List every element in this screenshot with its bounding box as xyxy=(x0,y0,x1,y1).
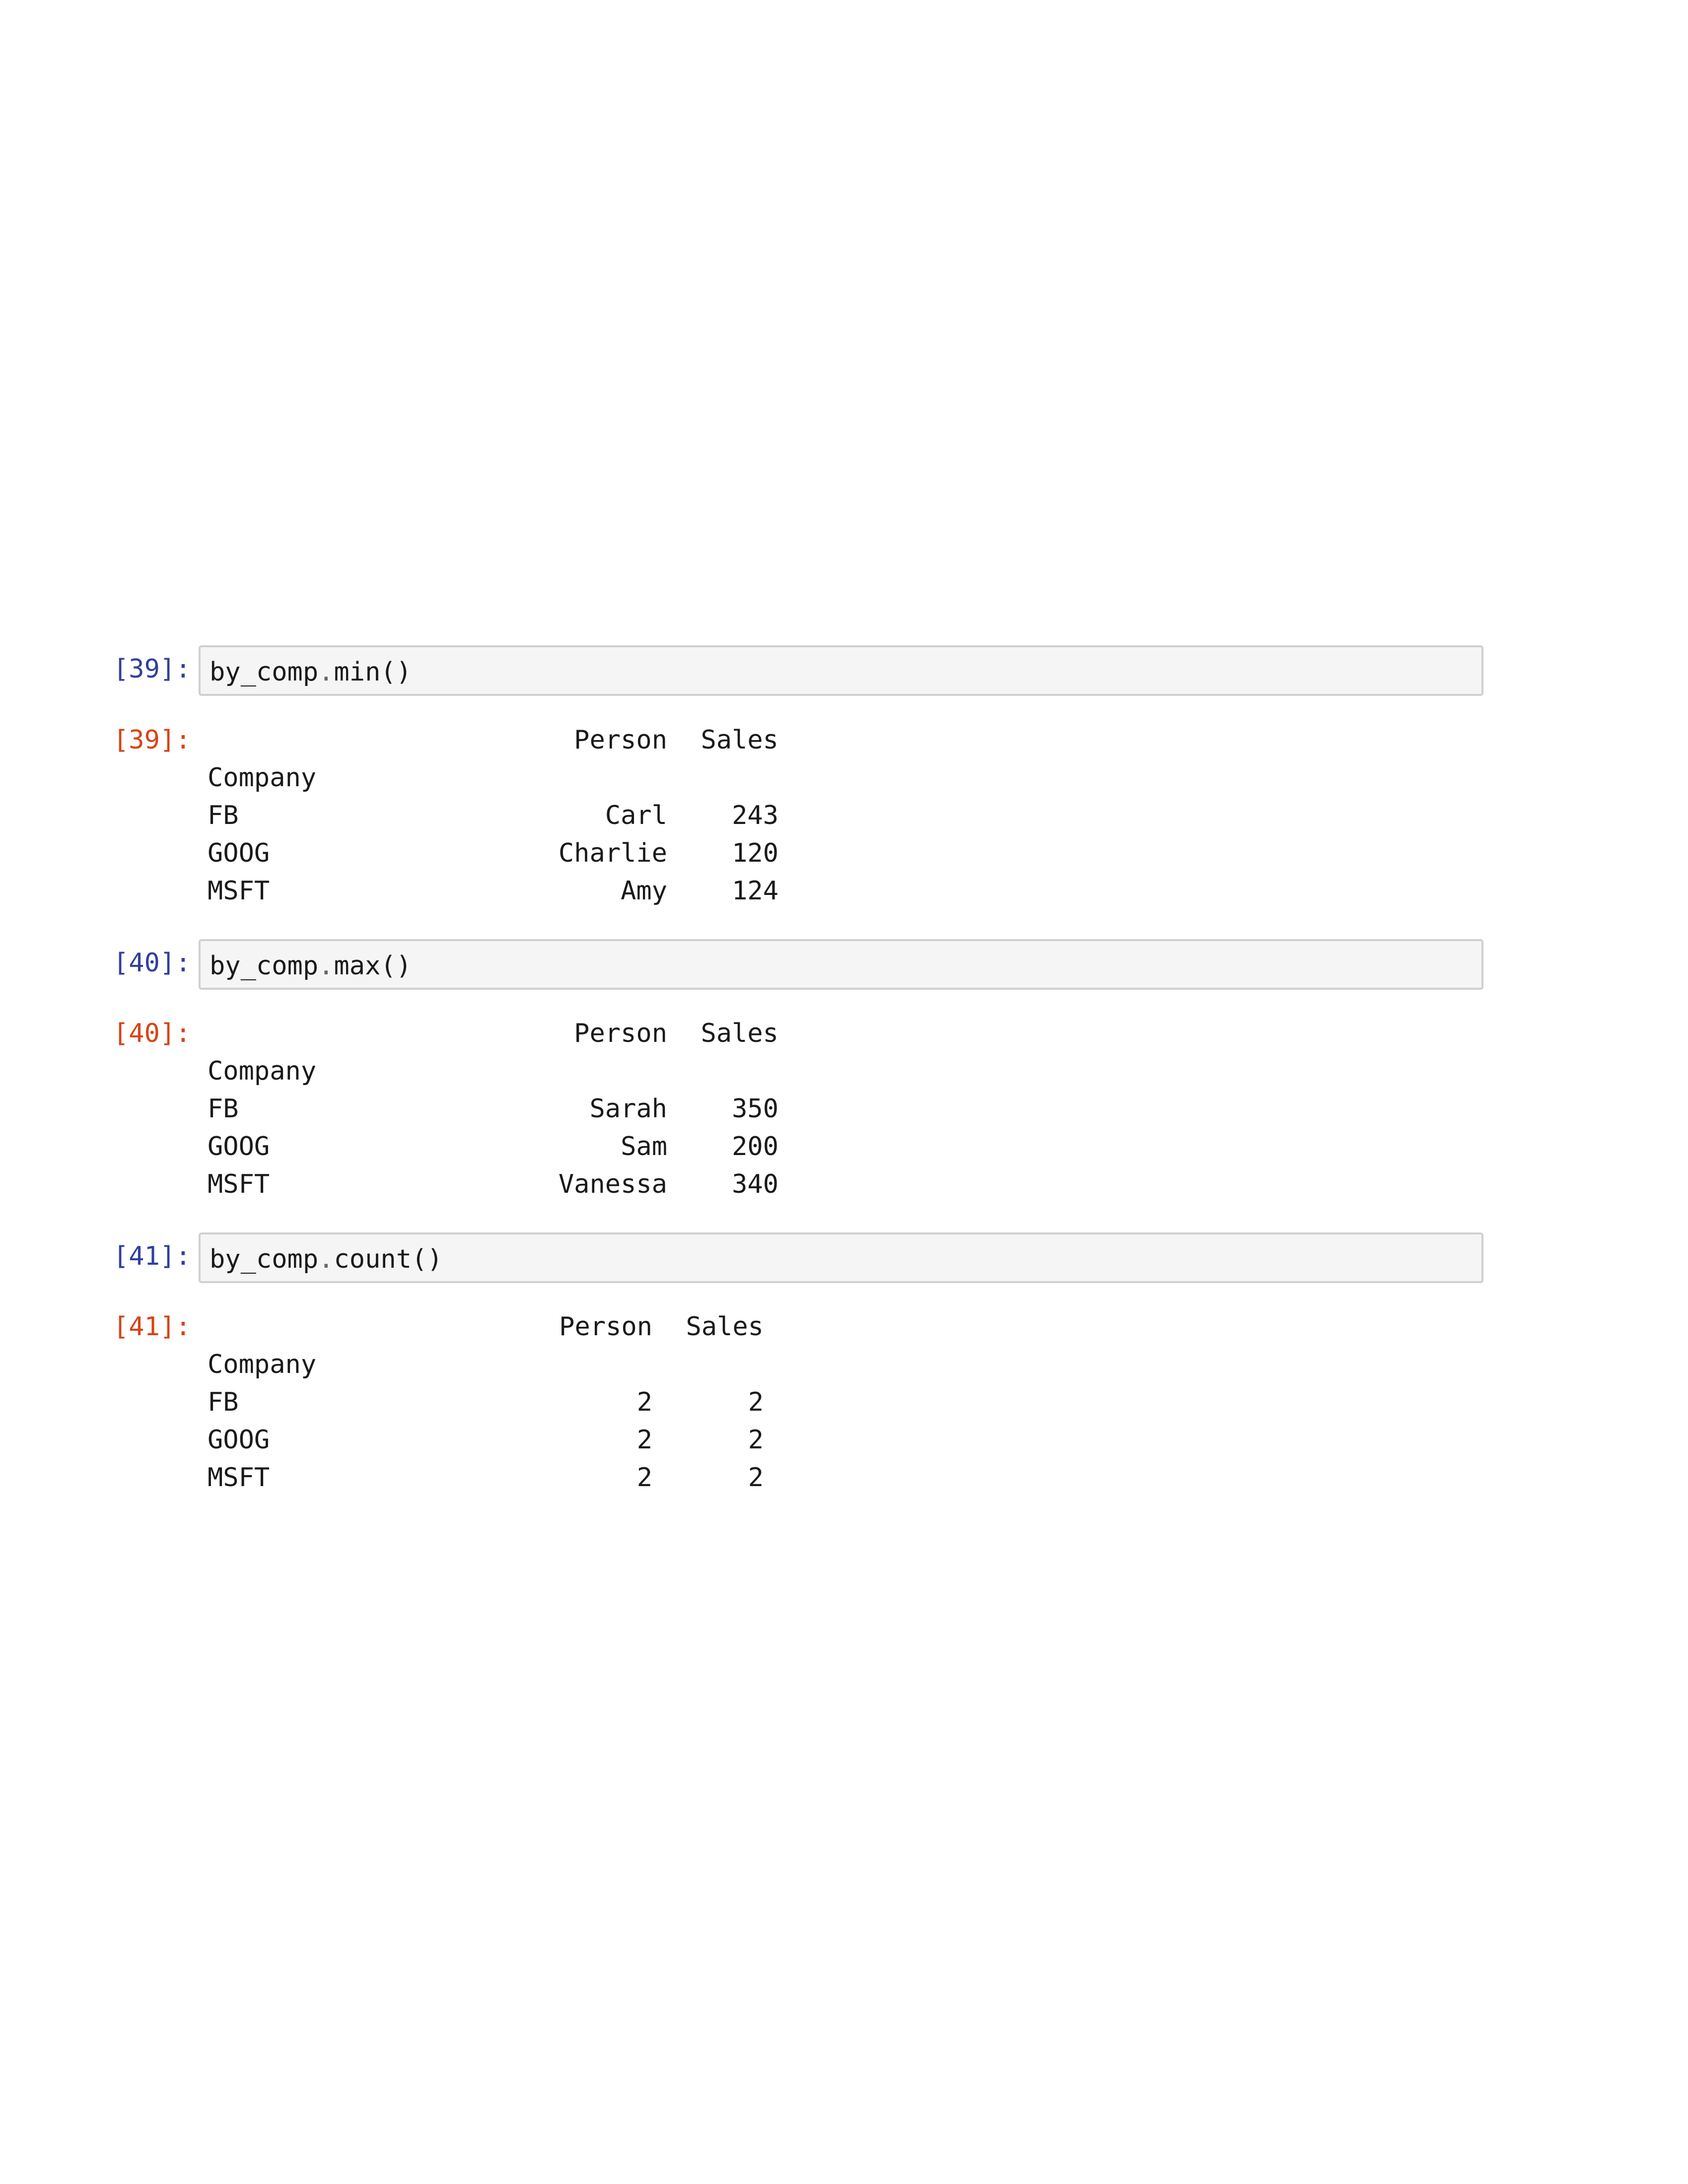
code-method: max() xyxy=(334,951,412,981)
table-cell: Amy xyxy=(621,876,667,906)
code-text: by_comp.min() xyxy=(210,657,412,687)
index-name-row: Company xyxy=(208,759,778,797)
table-cell: 200 xyxy=(732,1132,778,1161)
index-name: Company xyxy=(208,1056,317,1086)
table-cell: Charlie xyxy=(558,838,667,868)
code-input-box[interactable]: by_comp.count() xyxy=(199,1232,1483,1283)
input-prompt: [41]: xyxy=(113,1241,191,1271)
column-header: Sales xyxy=(686,1312,764,1342)
table-cell: 124 xyxy=(732,876,778,906)
table-cell: 350 xyxy=(732,1094,778,1124)
table-row: FB Carl 243 xyxy=(208,797,778,834)
index-name-row: Company xyxy=(208,1052,778,1090)
code-object: by_comp xyxy=(210,657,319,687)
row-index: MSFT xyxy=(208,1463,270,1493)
code-input-box[interactable]: by_comp.max() xyxy=(199,939,1483,990)
table-row: GOOG Charlie 120 xyxy=(208,834,778,872)
table-cell: 243 xyxy=(732,801,778,830)
dataframe-header-row: Person Sales xyxy=(208,721,778,759)
table-row: FB 2 2 xyxy=(208,1383,764,1421)
row-index: FB xyxy=(208,1387,239,1417)
dataframe-output: Person Sales Company FB Sarah 350 GOOG S… xyxy=(208,1015,778,1203)
row-index: MSFT xyxy=(208,1169,270,1199)
row-index: FB xyxy=(208,801,239,830)
table-row: FB Sarah 350 xyxy=(208,1090,778,1128)
dataframe-header-row: Person Sales xyxy=(208,1308,764,1346)
table-cell: Vanessa xyxy=(558,1169,667,1199)
input-prompt: [40]: xyxy=(113,948,191,978)
table-cell: 340 xyxy=(732,1169,778,1199)
column-header: Sales xyxy=(701,1019,778,1048)
table-cell: 2 xyxy=(636,1463,652,1493)
table-cell: Carl xyxy=(605,801,667,830)
column-header: Sales xyxy=(701,725,778,755)
row-index: MSFT xyxy=(208,876,270,906)
output-prompt: [39]: xyxy=(113,725,191,755)
row-index: GOOG xyxy=(208,838,270,868)
dataframe-output: Person Sales Company FB Carl 243 GOOG Ch… xyxy=(208,721,778,910)
code-object: by_comp xyxy=(210,1244,319,1274)
column-header: Person xyxy=(559,1312,652,1342)
index-name: Company xyxy=(208,763,317,793)
row-index: FB xyxy=(208,1094,239,1124)
table-row: MSFT Vanessa 340 xyxy=(208,1165,778,1203)
table-row: GOOG Sam 200 xyxy=(208,1128,778,1165)
table-cell: 120 xyxy=(732,838,778,868)
input-prompt: [39]: xyxy=(113,654,191,684)
code-method: count() xyxy=(334,1244,443,1274)
output-prompt: [40]: xyxy=(113,1019,191,1048)
table-row: MSFT 2 2 xyxy=(208,1459,764,1497)
code-object: by_comp xyxy=(210,951,319,981)
column-header: Person xyxy=(574,725,667,755)
dataframe-output: Person Sales Company FB 2 2 GOOG 2 2 MSF… xyxy=(208,1308,764,1497)
dataframe-header-row: Person Sales xyxy=(208,1015,778,1052)
output-prompt: [41]: xyxy=(113,1312,191,1342)
index-name: Company xyxy=(208,1350,317,1379)
table-row: MSFT Amy 124 xyxy=(208,872,778,910)
row-index: GOOG xyxy=(208,1132,270,1161)
table-cell: 2 xyxy=(636,1425,652,1455)
table-cell: 2 xyxy=(636,1387,652,1417)
table-cell: 2 xyxy=(748,1463,764,1493)
index-name-row: Company xyxy=(208,1346,764,1383)
table-row: GOOG 2 2 xyxy=(208,1421,764,1459)
code-input-box[interactable]: by_comp.min() xyxy=(199,645,1483,696)
table-cell: Sarah xyxy=(589,1094,667,1124)
column-header: Person xyxy=(574,1019,667,1048)
code-text: by_comp.count() xyxy=(210,1244,443,1274)
row-index: GOOG xyxy=(208,1425,270,1455)
table-cell: Sam xyxy=(621,1132,667,1161)
table-cell: 2 xyxy=(748,1425,764,1455)
code-method: min() xyxy=(334,657,412,687)
code-text: by_comp.max() xyxy=(210,951,412,981)
table-cell: 2 xyxy=(748,1387,764,1417)
